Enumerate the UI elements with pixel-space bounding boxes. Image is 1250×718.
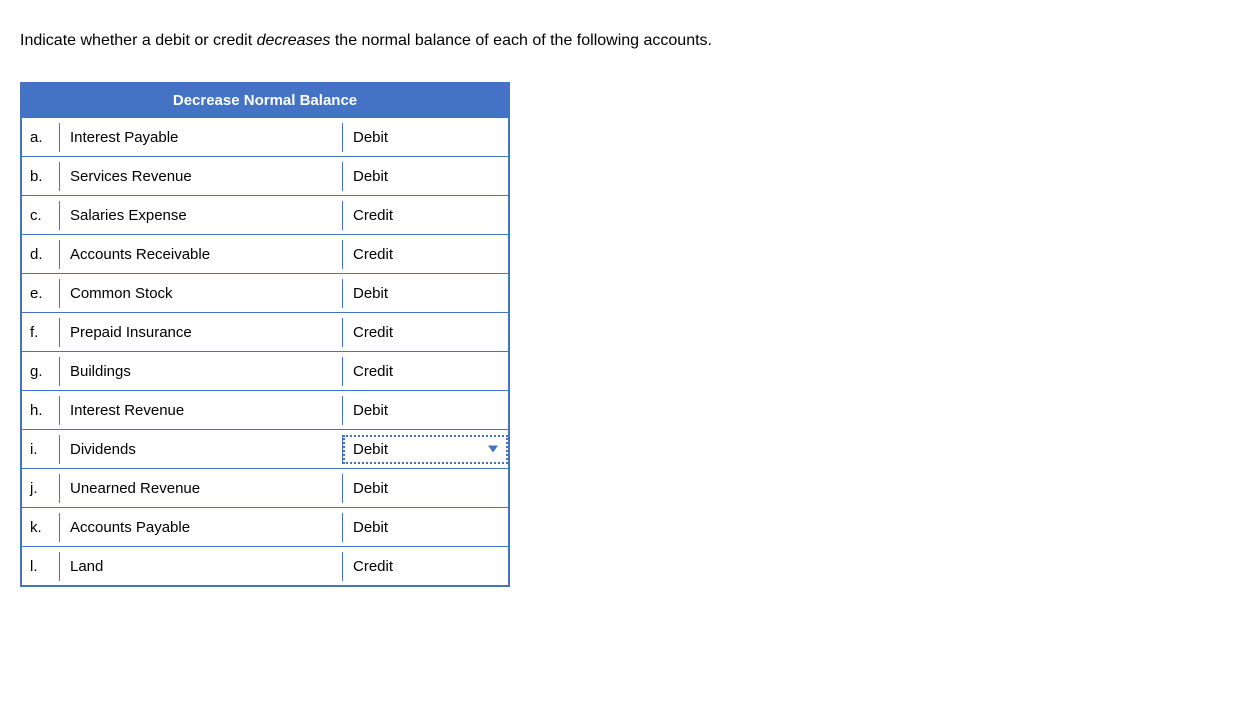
row-account: Accounts Payable (60, 513, 343, 542)
row-letter: b. (22, 162, 60, 191)
row-account: Buildings (60, 357, 343, 386)
question-italic: decreases (257, 32, 331, 49)
row-account: Prepaid Insurance (60, 318, 343, 347)
row-letter: k. (22, 513, 60, 542)
row-account: Unearned Revenue (60, 474, 343, 503)
table-row: g.BuildingsCredit (22, 351, 508, 390)
row-value: Debit (343, 279, 508, 308)
table-row: e.Common StockDebit (22, 273, 508, 312)
row-letter: i. (22, 435, 60, 464)
row-account: Interest Revenue (60, 396, 343, 425)
table-header: Decrease Normal Balance (22, 84, 508, 117)
table-row: d.Accounts ReceivableCredit (22, 234, 508, 273)
table-row: i.DividendsDebit (22, 429, 508, 468)
question-text: Indicate whether a debit or credit decre… (20, 30, 1230, 52)
table-row: c.Salaries ExpenseCredit (22, 195, 508, 234)
row-value: Debit (343, 123, 508, 152)
row-account: Accounts Receivable (60, 240, 343, 269)
table-row: f.Prepaid InsuranceCredit (22, 312, 508, 351)
row-account: Services Revenue (60, 162, 343, 191)
row-value: Credit (343, 552, 508, 581)
row-value[interactable]: Debit (343, 435, 508, 464)
row-account: Interest Payable (60, 123, 343, 152)
row-value: Debit (343, 474, 508, 503)
row-letter: f. (22, 318, 60, 347)
question-text-before: Indicate whether a debit or credit (20, 32, 257, 49)
chevron-down-icon (488, 446, 498, 453)
row-account: Common Stock (60, 279, 343, 308)
row-value: Debit (343, 513, 508, 542)
table-row: j.Unearned RevenueDebit (22, 468, 508, 507)
row-value: Debit (343, 396, 508, 425)
row-letter: l. (22, 552, 60, 581)
row-account: Land (60, 552, 343, 581)
row-letter: a. (22, 123, 60, 152)
row-letter: g. (22, 357, 60, 386)
row-value: Credit (343, 240, 508, 269)
row-value: Credit (343, 201, 508, 230)
row-letter: d. (22, 240, 60, 269)
row-letter: e. (22, 279, 60, 308)
row-value: Credit (343, 318, 508, 347)
row-account: Dividends (60, 435, 343, 464)
table-row: a.Interest PayableDebit (22, 117, 508, 156)
row-value: Debit (343, 162, 508, 191)
row-letter: c. (22, 201, 60, 230)
accounts-table: Decrease Normal Balance a.Interest Payab… (20, 82, 510, 587)
row-letter: h. (22, 396, 60, 425)
row-value: Credit (343, 357, 508, 386)
question-text-after: the normal balance of each of the follow… (330, 32, 712, 49)
table-row: h.Interest RevenueDebit (22, 390, 508, 429)
table-row: b.Services RevenueDebit (22, 156, 508, 195)
table-body: a.Interest PayableDebitb.Services Revenu… (22, 117, 508, 585)
table-row: l.LandCredit (22, 546, 508, 585)
table-row: k.Accounts PayableDebit (22, 507, 508, 546)
row-account: Salaries Expense (60, 201, 343, 230)
row-letter: j. (22, 474, 60, 503)
